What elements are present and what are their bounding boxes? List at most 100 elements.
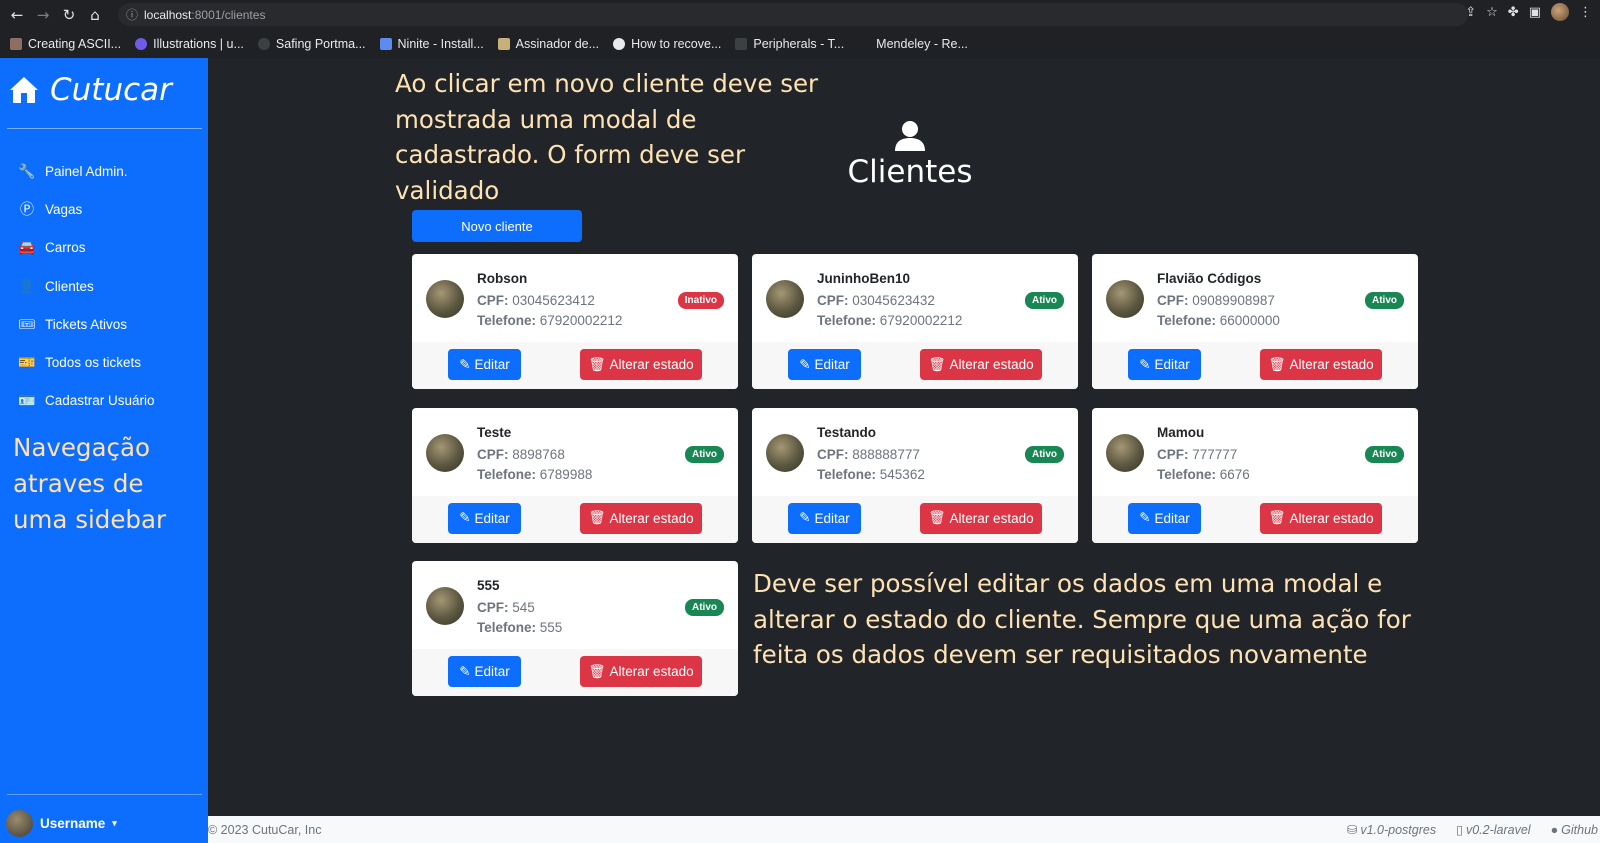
- client-cpf: CPF: 03045623412: [477, 293, 595, 308]
- client-card: Mamou CPF: 777777 Telefone: 6676 Ativo ✎ Edit…: [1092, 407, 1418, 543]
- forward-icon[interactable]: →: [30, 2, 56, 28]
- edit-button[interactable]: ✎ Editar: [448, 656, 521, 687]
- annotation-top: Ao clicar em novo cliente deve ser mostr…: [395, 69, 819, 205]
- back-icon[interactable]: ←: [4, 2, 30, 28]
- sidebar-item-label: Tickets Ativos: [45, 316, 128, 332]
- bookmark-icon: [135, 37, 148, 50]
- page-title: Clientes: [847, 154, 973, 190]
- edit-button[interactable]: ✎ Editar: [448, 502, 521, 534]
- footer-links: ⛁ v1.0-postgres ▯ v0.2-laravel ● Github: [1347, 822, 1598, 838]
- client-cpf: CPF: 888888777: [817, 447, 920, 462]
- edit-label: Editar: [474, 357, 510, 372]
- sidebar-item-cadastrar-usuario[interactable]: 🪪 Cadastrar Usuário: [18, 382, 155, 420]
- wrench-icon: 🔧: [18, 162, 36, 179]
- status-badge: Ativo: [685, 599, 724, 616]
- reload-icon[interactable]: ↻: [56, 2, 82, 28]
- change-state-button[interactable]: 🗑 Alterar estado: [580, 502, 702, 534]
- edit-button[interactable]: ✎ Editar: [1128, 349, 1201, 380]
- copyright: © 2023 CutuCar, Inc: [208, 822, 322, 837]
- change-state-button[interactable]: 🗑 Alterar estado: [920, 502, 1042, 534]
- extensions-icon[interactable]: ✤: [1508, 5, 1519, 20]
- avatar: [1106, 280, 1144, 318]
- avatar: [1106, 433, 1144, 472]
- change-state-button[interactable]: 🗑 Alterar estado: [1260, 349, 1382, 380]
- share-icon[interactable]: ⇪: [1465, 5, 1476, 20]
- sidebar-item-todos-tickets[interactable]: 🎫 Todos os tickets: [18, 343, 155, 381]
- sidebar-nav: 🔧 Painel Admin. Ⓟ Vagas 🚘 Carros 👤 Clientes …: [18, 152, 155, 420]
- sidebar: Cutucar 🔧 Painel Admin. Ⓟ Vagas 🚘 Carros 👤 C…: [0, 58, 208, 843]
- client-card: JuninhoBen10 CPF: 03045623432 Telefone: 67…: [752, 254, 1078, 389]
- card-footer: ✎ Editar 🗑 Alterar estado: [752, 495, 1078, 543]
- bookmark-icon: [379, 37, 392, 50]
- sidebar-item-carros[interactable]: 🚘 Carros: [18, 229, 155, 267]
- trash-icon: 🗑: [928, 356, 946, 372]
- status-badge: Ativo: [1025, 445, 1064, 463]
- client-card: Teste CPF: 8898768 Telefone: 6789988 Ativo ✎…: [412, 407, 738, 543]
- trash-icon: 🗑: [588, 663, 606, 679]
- change-state-button[interactable]: 🗑 Alterar estado: [920, 349, 1042, 380]
- brand[interactable]: Cutucar: [8, 72, 172, 108]
- sidebar-item-clientes[interactable]: 👤 Clientes: [18, 267, 155, 305]
- bookmark[interactable]: Assinador de...: [497, 37, 599, 51]
- address-bar[interactable]: ⓘ localhost:8001/clientes: [118, 3, 1468, 26]
- bookmark[interactable]: Ninite - Install...: [379, 37, 484, 51]
- cpf-value: 03045623432: [852, 293, 935, 308]
- pencil-icon: ✎: [799, 356, 811, 372]
- annotation-bottom: Deve ser possível editar os dados em uma…: [753, 569, 1411, 669]
- main-content: Ao clicar em novo cliente deve ser mostr…: [208, 58, 1600, 816]
- brand-title: Cutucar: [50, 72, 172, 108]
- edit-button[interactable]: ✎ Editar: [1128, 502, 1201, 534]
- cpf-label: CPF:: [817, 293, 849, 308]
- sidebar-item-painel-admin[interactable]: 🔧 Painel Admin.: [18, 152, 155, 190]
- edit-button[interactable]: ✎ Editar: [788, 502, 861, 534]
- cpf-value: 8898768: [512, 446, 565, 462]
- change-state-button[interactable]: 🗑 Alterar estado: [580, 349, 702, 380]
- bookmark-icon: [497, 37, 510, 50]
- change-state-button[interactable]: 🗑 Alterar estado: [580, 656, 702, 687]
- sidebar-item-label: Cadastrar Usuário: [45, 393, 155, 409]
- avatar: [426, 280, 464, 318]
- trash-icon: 🗑: [1268, 510, 1286, 525]
- github-link[interactable]: ● Github: [1551, 822, 1598, 837]
- sidebar-item-tickets-ativos[interactable]: 🎟 Tickets Ativos: [18, 305, 155, 343]
- change-state-label: Alterar estado: [609, 664, 694, 679]
- url-path: :8001/clientes: [191, 7, 266, 22]
- change-state-label: Alterar estado: [949, 510, 1034, 526]
- user-menu[interactable]: Username ▾: [6, 810, 117, 837]
- edit-label: Editar: [474, 510, 510, 526]
- side-panel-icon[interactable]: ▣: [1529, 5, 1541, 20]
- bookmark[interactable]: How to recove...: [613, 37, 721, 51]
- pencil-icon: ✎: [459, 510, 471, 525]
- profile-avatar[interactable]: [1551, 3, 1569, 21]
- bookmark[interactable]: Illustrations | u...: [135, 37, 244, 51]
- home-icon[interactable]: ⌂: [82, 2, 108, 28]
- bookmark[interactable]: Safing Portma...: [257, 37, 366, 51]
- cpf-label: CPF:: [477, 446, 509, 462]
- edit-label: Editar: [814, 357, 850, 372]
- sidebar-item-label: Clientes: [45, 278, 94, 294]
- client-card: Testando CPF: 888888777 Telefone: 545362 At…: [752, 407, 1078, 543]
- bookmark-icon: [10, 37, 22, 50]
- new-client-button[interactable]: Novo cliente: [412, 210, 582, 242]
- footer: © 2023 CutuCar, Inc ⛁ v1.0-postgres ▯ v0.2…: [208, 816, 1600, 843]
- client-cpf: CPF: 09089908987: [1157, 293, 1275, 308]
- edit-button[interactable]: ✎ Editar: [448, 349, 521, 380]
- change-state-button[interactable]: 🗑 Alterar estado: [1260, 502, 1382, 534]
- phone-value: 67920002212: [879, 313, 963, 328]
- phone-value: 6789988: [539, 466, 593, 482]
- bookmark[interactable]: Mendeley - Re...: [858, 37, 968, 51]
- client-phone: Telefone: 66000000: [1157, 313, 1280, 328]
- car-icon: 🚘: [18, 239, 36, 256]
- edit-button[interactable]: ✎ Editar: [788, 349, 861, 380]
- sidebar-item-vagas[interactable]: Ⓟ Vagas: [18, 190, 155, 228]
- star-icon[interactable]: ☆: [1486, 5, 1498, 20]
- menu-icon[interactable]: ⋮: [1579, 5, 1592, 20]
- sidebar-annotation: Navegação atraves de uma sidebar: [13, 433, 167, 534]
- card-footer: ✎ Editar 🗑 Alterar estado: [752, 342, 1078, 389]
- edit-label: Editar: [1154, 510, 1190, 526]
- card-body: Robson CPF: 03045623412 Telefone: 67920002…: [412, 254, 738, 342]
- bookmark[interactable]: Creating ASCII...: [10, 37, 121, 51]
- phone-label: Telefone:: [1157, 313, 1217, 328]
- edit-label: Editar: [474, 664, 510, 679]
- bookmark[interactable]: Peripherals - T...: [735, 37, 844, 51]
